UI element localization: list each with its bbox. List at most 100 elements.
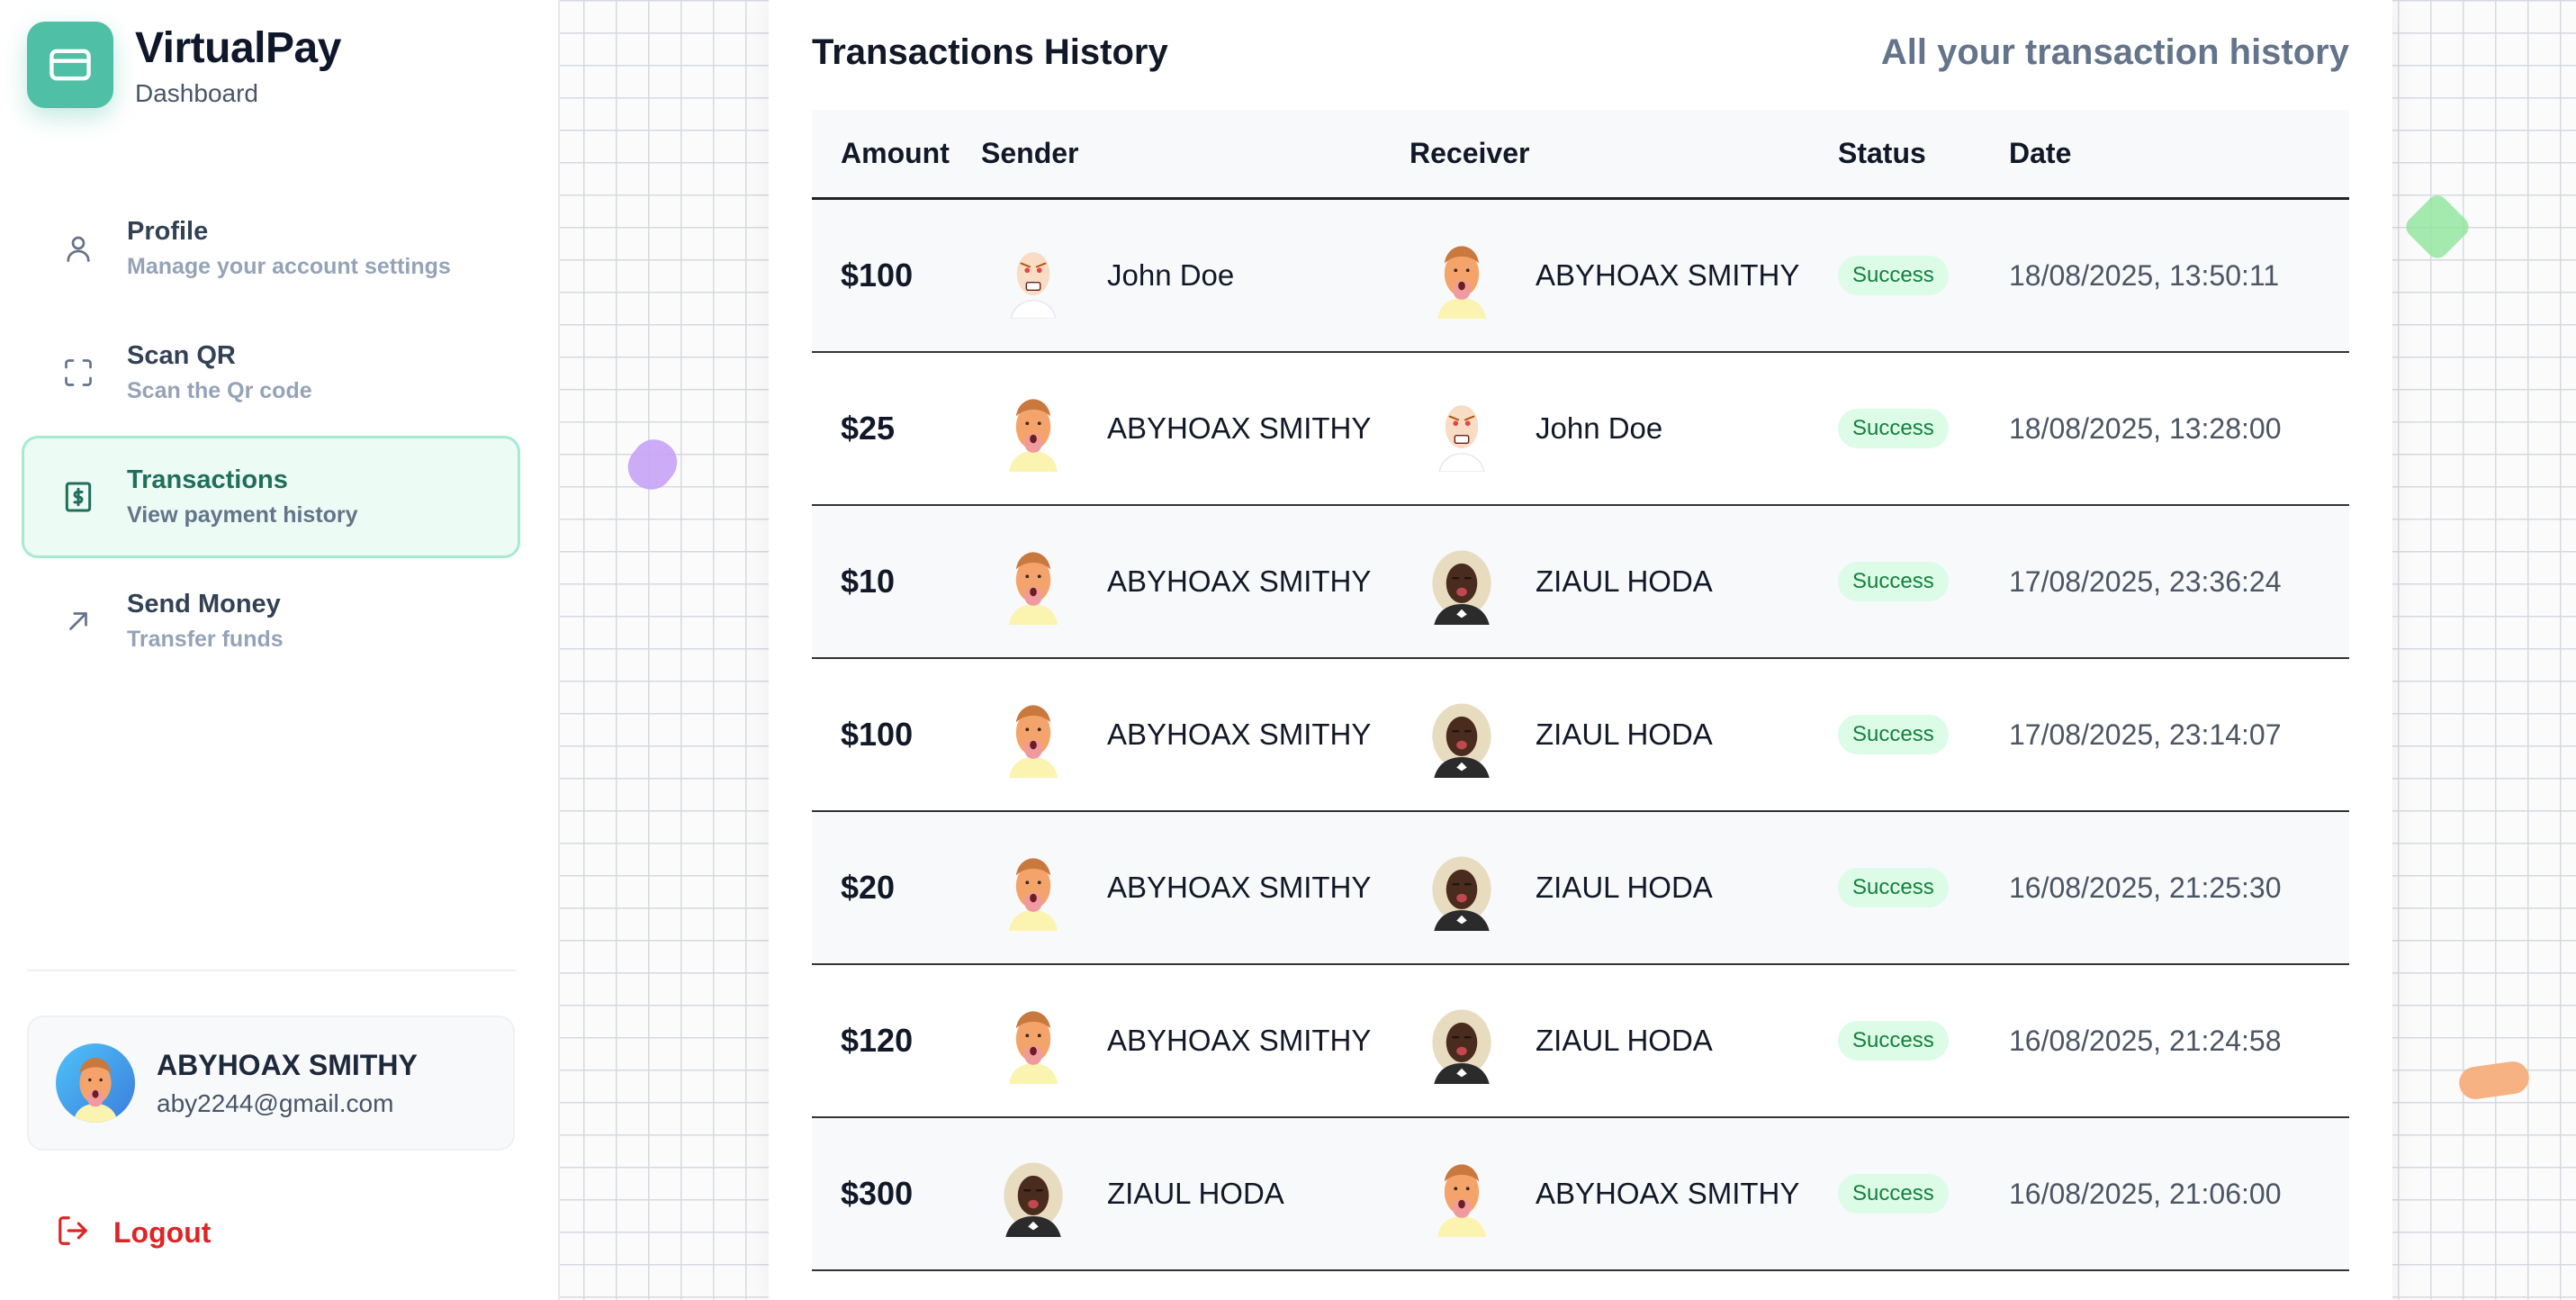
sidebar-item-label: Scan QR xyxy=(127,341,236,370)
user-name: ABYHOAX SMITHY xyxy=(157,1048,418,1081)
page-title: Transactions History xyxy=(812,32,1168,72)
avatar xyxy=(990,232,1076,320)
avatar xyxy=(990,691,1076,778)
sidebar-item-description: Transfer funds xyxy=(127,627,284,652)
status-badge: Success xyxy=(1838,868,1949,907)
status-badge: Success xyxy=(1838,1021,1949,1061)
date-cell: 16/08/2025, 21:25:30 xyxy=(2009,871,2282,904)
table-row[interactable]: $300 ZIAUL HODA ABYHOAX SMITHY Success 16/08… xyxy=(812,1118,2349,1271)
avatar xyxy=(990,385,1076,472)
logout-icon xyxy=(56,1214,90,1252)
logout-button[interactable]: Logout xyxy=(56,1214,211,1252)
logout-label: Logout xyxy=(113,1216,212,1249)
avatar xyxy=(1419,844,1505,931)
table-row[interactable]: $25 ABYHOAX SMITHY John Doe Success 18/08/20… xyxy=(812,353,2349,506)
avatar xyxy=(990,844,1076,931)
table-row[interactable]: $100 John Doe ABYHOAX SMITHY Success 18/08/2… xyxy=(812,200,2349,353)
sidebar-item-label: Transactions xyxy=(127,465,288,494)
decorative-diamond-green xyxy=(2401,191,2473,263)
sidebar-item-profile[interactable]: Profile Manage your account settings xyxy=(22,187,520,310)
sender-name: ABYHOAX SMITHY xyxy=(1107,411,1372,445)
status-badge: Success xyxy=(1838,256,1949,295)
sidebar-item-description: View payment history xyxy=(127,502,358,528)
status-badge: Success xyxy=(1838,1174,1949,1214)
page-subtitle: All your transaction history xyxy=(1880,32,2349,72)
date-cell: 16/08/2025, 21:06:00 xyxy=(2009,1177,2282,1210)
date-cell: 18/08/2025, 13:50:11 xyxy=(2009,258,2280,292)
column-header-status[interactable]: Status xyxy=(1838,137,2009,170)
table-body: $100 John Doe ABYHOAX SMITHY Success 18/08/2… xyxy=(812,200,2349,1271)
date-cell: 17/08/2025, 23:36:24 xyxy=(2009,564,2282,598)
amount-cell: $25 xyxy=(841,410,896,447)
receiver-name: ZIAUL HODA xyxy=(1536,871,1713,904)
sidebar-item-description: Manage your account settings xyxy=(127,254,451,279)
receiver-name: ABYHOAX SMITHY xyxy=(1536,1177,1800,1210)
sidebar-item-send-money[interactable]: Send Money Transfer funds xyxy=(22,560,520,682)
transactions-table: Amount Sender Receiver Status Date $100 J… xyxy=(812,110,2349,1271)
avatar xyxy=(1419,1151,1505,1237)
sidebar-item-description: Scan the Qr code xyxy=(127,378,312,403)
sender-name: ABYHOAX SMITHY xyxy=(1107,1024,1372,1057)
table-header: Amount Sender Receiver Status Date xyxy=(812,110,2349,200)
date-cell: 16/08/2025, 21:24:58 xyxy=(2009,1024,2282,1057)
avatar xyxy=(1419,691,1505,778)
column-header-receiver[interactable]: Receiver xyxy=(1410,137,1838,170)
sender-name: ZIAUL HODA xyxy=(1107,1177,1284,1210)
decorative-pill-purple xyxy=(619,430,686,499)
amount-cell: $100 xyxy=(841,716,914,753)
status-badge: Success xyxy=(1838,715,1949,754)
amount-cell: $10 xyxy=(841,563,896,600)
sidebar-item-label: Send Money xyxy=(127,590,281,618)
sidebar-divider xyxy=(27,970,517,971)
receiver-name: John Doe xyxy=(1536,411,1663,445)
table-row[interactable]: $10 ABYHOAX SMITHY ZIAUL HODA Success 17/08/… xyxy=(812,506,2349,659)
avatar xyxy=(1419,538,1505,625)
amount-cell: $120 xyxy=(841,1022,914,1059)
sender-name: ABYHOAX SMITHY xyxy=(1107,564,1372,598)
sidebar-nav: Profile Manage your account settings Sca… xyxy=(22,187,520,684)
decorative-pill-orange xyxy=(2456,1059,2532,1102)
table-row[interactable]: $100 ABYHOAX SMITHY ZIAUL HODA Success 17/08… xyxy=(812,659,2349,812)
column-header-sender[interactable]: Sender xyxy=(981,137,1410,170)
receiver-name: ZIAUL HODA xyxy=(1536,1024,1713,1057)
amount-cell: $100 xyxy=(841,257,914,293)
main-panel: Transactions History All your transactio… xyxy=(769,0,2392,1300)
brand-title: VirtualPay xyxy=(135,24,341,72)
arrow-up-right-icon xyxy=(60,603,96,639)
receiver-name: ZIAUL HODA xyxy=(1536,718,1713,751)
status-badge: Success xyxy=(1838,409,1949,448)
credit-card-icon xyxy=(27,22,113,108)
user-card[interactable]: ABYHOAX SMITHY aby2244@gmail.com xyxy=(27,1016,515,1151)
avatar xyxy=(56,1043,135,1123)
amount-cell: $20 xyxy=(841,869,896,906)
avatar xyxy=(1419,998,1505,1084)
user-icon xyxy=(60,230,96,266)
column-header-amount[interactable]: Amount xyxy=(812,137,981,170)
avatar xyxy=(990,1151,1076,1237)
user-email: aby2244@gmail.com xyxy=(157,1088,394,1117)
amount-cell: $300 xyxy=(841,1175,914,1212)
status-badge: Success xyxy=(1838,562,1949,601)
column-header-date[interactable]: Date xyxy=(2009,137,2349,170)
receiver-name: ZIAUL HODA xyxy=(1536,564,1713,598)
scan-icon xyxy=(60,355,96,391)
sender-name: John Doe xyxy=(1107,258,1235,292)
receipt-dollar-icon xyxy=(60,479,96,515)
table-row[interactable]: $120 ABYHOAX SMITHY ZIAUL HODA Success 16/08… xyxy=(812,965,2349,1118)
table-row[interactable]: $20 ABYHOAX SMITHY ZIAUL HODA Success 16/08/… xyxy=(812,812,2349,965)
receiver-name: ABYHOAX SMITHY xyxy=(1536,258,1800,292)
brand[interactable]: VirtualPay Dashboard xyxy=(27,22,341,108)
avatar xyxy=(1419,385,1505,473)
sidebar: VirtualPay Dashboard Profile Manage your… xyxy=(0,0,560,1300)
sidebar-item-scan-qr[interactable]: Scan QR Scan the Qr code xyxy=(22,311,520,434)
brand-subtitle: Dashboard xyxy=(135,79,258,107)
sidebar-item-label: Profile xyxy=(127,217,209,246)
sender-name: ABYHOAX SMITHY xyxy=(1107,718,1372,751)
avatar xyxy=(990,998,1076,1084)
sender-name: ABYHOAX SMITHY xyxy=(1107,871,1372,904)
avatar xyxy=(990,538,1076,625)
avatar xyxy=(1419,232,1505,319)
sidebar-item-transactions[interactable]: Transactions View payment history xyxy=(22,436,520,558)
date-cell: 18/08/2025, 13:28:00 xyxy=(2009,411,2282,445)
date-cell: 17/08/2025, 23:14:07 xyxy=(2009,718,2282,751)
